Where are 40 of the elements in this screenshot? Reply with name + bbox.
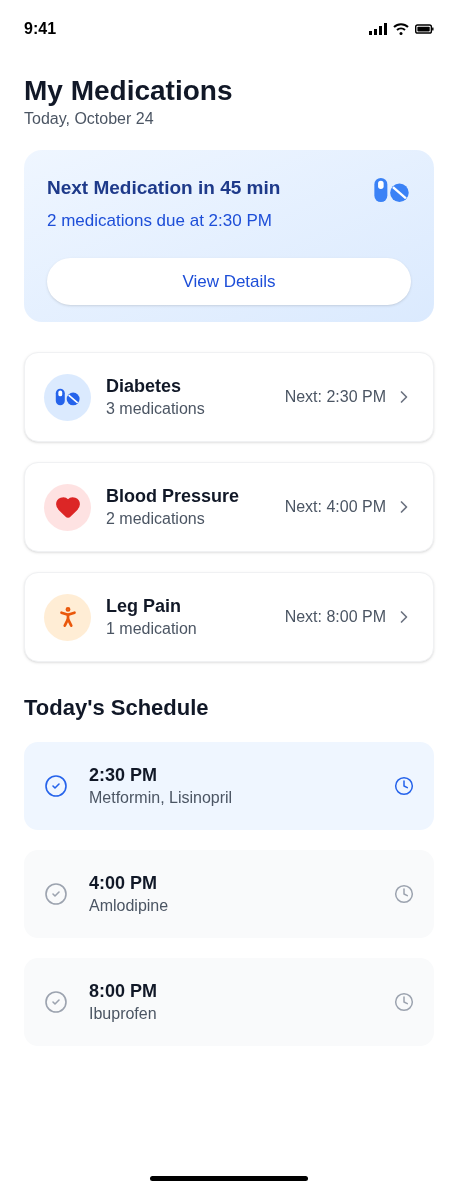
dose-time: 2:30 PM [89,764,159,787]
condition-name: Diabetes [106,375,183,398]
condition-name: Blood Pressure [106,485,241,508]
schedule-item[interactable]: 2:30 PM Metformin, Lisinopril [24,742,434,830]
pills-icon [54,388,81,406]
next-dose-time: Next: 8:00 PM [284,607,386,627]
next-dose-time: Next: 4:00 PM [284,497,386,517]
clock-icon [394,884,414,904]
dose-medications: Ibuprofen [89,1004,158,1024]
medication-count: 1 medication [106,619,198,639]
schedule-item[interactable]: 4:00 PM Amlodipine [24,850,434,938]
condition-card[interactable]: Diabetes 3 medications Next: 2:30 PM [24,352,434,442]
page-date: Today, October 24 [24,109,155,129]
status-time: 9:41 [24,19,57,39]
dose-medications: Amlodipine [89,896,170,916]
schedule-item[interactable]: 8:00 PM Ibuprofen [24,958,434,1046]
condition-card[interactable]: Blood Pressure 2 medications Next: 4:00 PM [24,462,434,552]
next-medication-title: Next Medication in 45 min [47,176,281,200]
wifi-icon [393,23,409,35]
clock-icon [394,992,414,1012]
dose-time: 4:00 PM [89,872,159,895]
heart-icon [54,494,81,520]
check-circle-icon [44,882,68,906]
view-details-button[interactable]: View Details [47,258,411,305]
medication-count: 3 medications [106,399,206,419]
medication-count: 2 medications [106,509,206,529]
signal-icon [369,23,387,35]
dose-medications: Metformin, Lisinopril [89,788,234,808]
schedule-heading: Today's Schedule [23,694,210,722]
dose-time: 8:00 PM [89,980,159,1003]
pills-icon [373,177,411,203]
next-medication-subtitle: 2 medications due at 2:30 PM [47,210,273,232]
condition-card[interactable]: Leg Pain 1 medication Next: 8:00 PM [24,572,434,662]
check-circle-icon [44,990,68,1014]
check-circle-icon [44,774,68,798]
page-title: My Medications [24,74,234,108]
battery-icon [415,24,434,34]
clock-icon [394,776,414,796]
next-dose-time: Next: 2:30 PM [284,387,386,407]
condition-name: Leg Pain [106,595,182,618]
